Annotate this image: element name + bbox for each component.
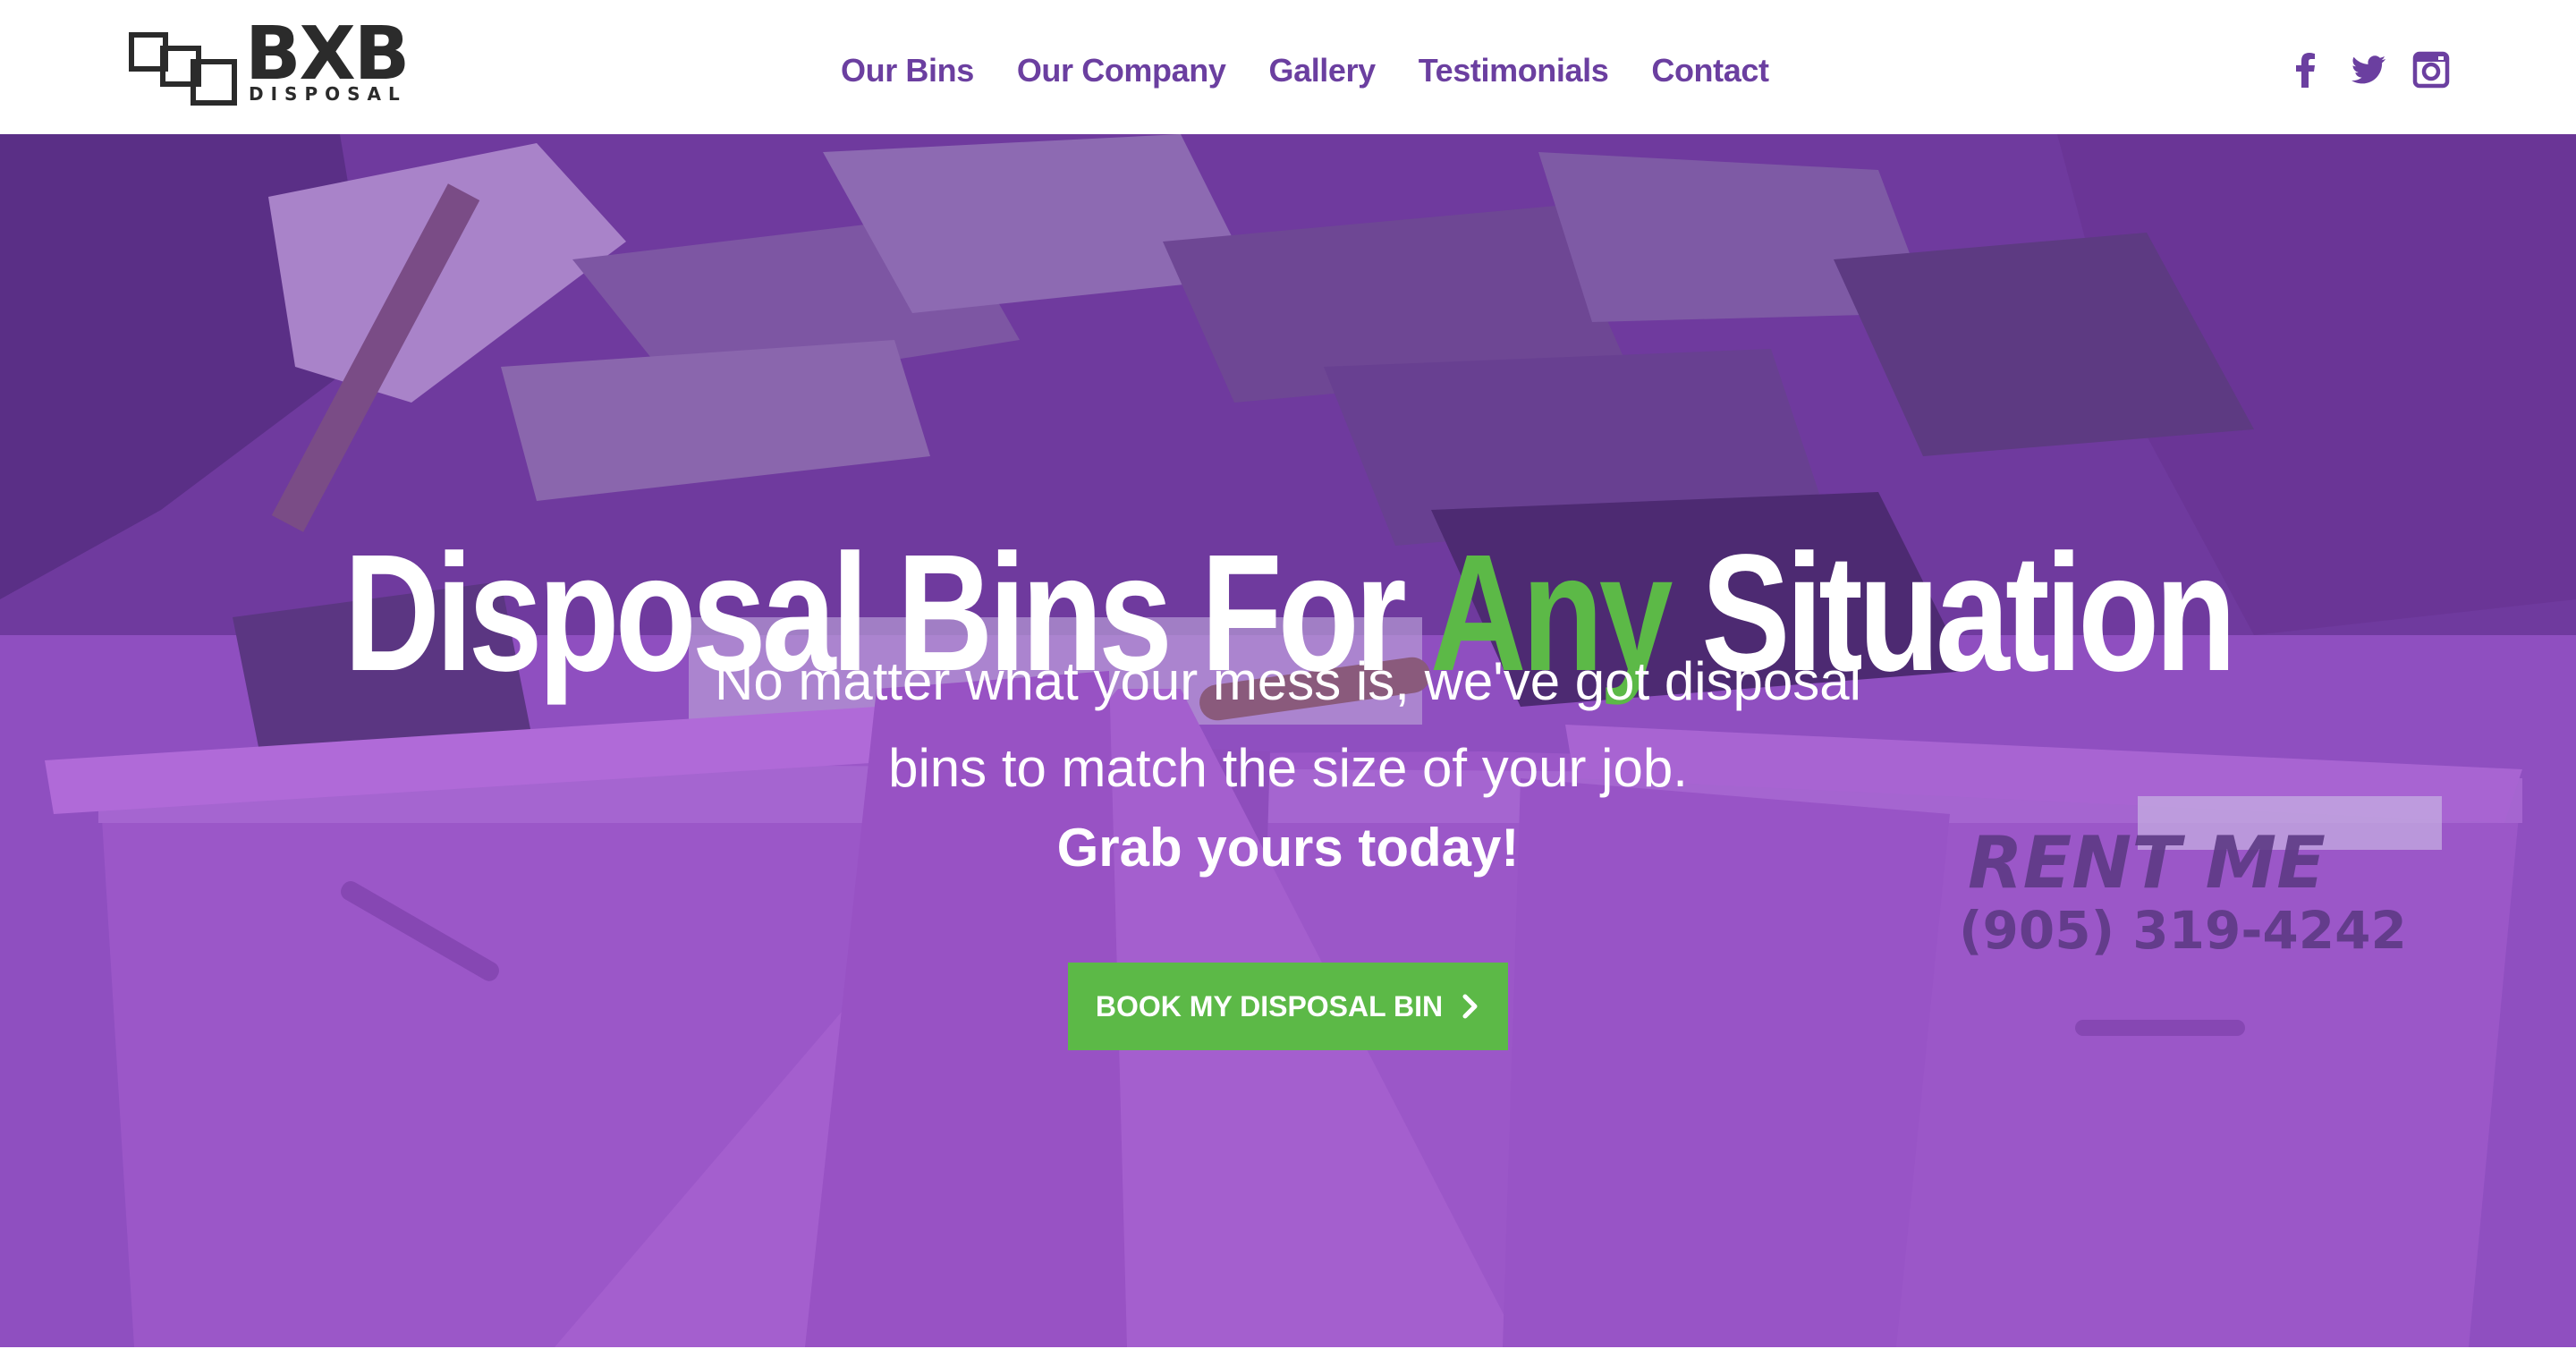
hero-subtitle: No matter what your mess is, we've got d… — [572, 638, 2004, 811]
main-nav: Our Bins Our Company Gallery Testimonial… — [841, 39, 1769, 102]
logo-wordmark: BXB — [245, 12, 410, 97]
hero-section: RENT ME (905) 319-4242 Disposal Bins For… — [0, 134, 2576, 1347]
social-links — [2286, 47, 2451, 92]
hero-subtitle-line-2: bins to match the size of your job. — [888, 738, 1688, 798]
bxb-logo[interactable]: BXB DISPOSAL — [129, 18, 410, 109]
nav-testimonials[interactable]: Testimonials — [1419, 52, 1609, 89]
logo-subtitle: DISPOSAL — [249, 83, 407, 105]
bin-print-phone: (905) 319-4242 — [1959, 900, 2407, 961]
nav-our-company[interactable]: Our Company — [1017, 52, 1226, 89]
hero-subtitle-line-1: No matter what your mess is, we've got d… — [715, 651, 1861, 711]
logo-boxes-icon — [129, 32, 237, 106]
twitter-icon[interactable] — [2349, 50, 2388, 89]
nav-contact[interactable]: Contact — [1651, 52, 1769, 89]
book-button-label: BOOK MY DISPOSAL BIN — [1095, 989, 1444, 1022]
instagram-icon[interactable] — [2411, 50, 2451, 89]
hero-cta-text: Grab yours today! — [1056, 818, 1520, 878]
nav-gallery[interactable]: Gallery — [1268, 52, 1376, 89]
book-disposal-bin-button[interactable]: BOOK MY DISPOSAL BIN — [1068, 963, 1508, 1050]
facebook-icon[interactable] — [2286, 50, 2326, 89]
nav-our-bins[interactable]: Our Bins — [841, 52, 974, 89]
site-header: BXB DISPOSAL Our Bins Our Company Galler… — [0, 0, 2576, 135]
chevron-right-icon — [1462, 994, 1478, 1019]
